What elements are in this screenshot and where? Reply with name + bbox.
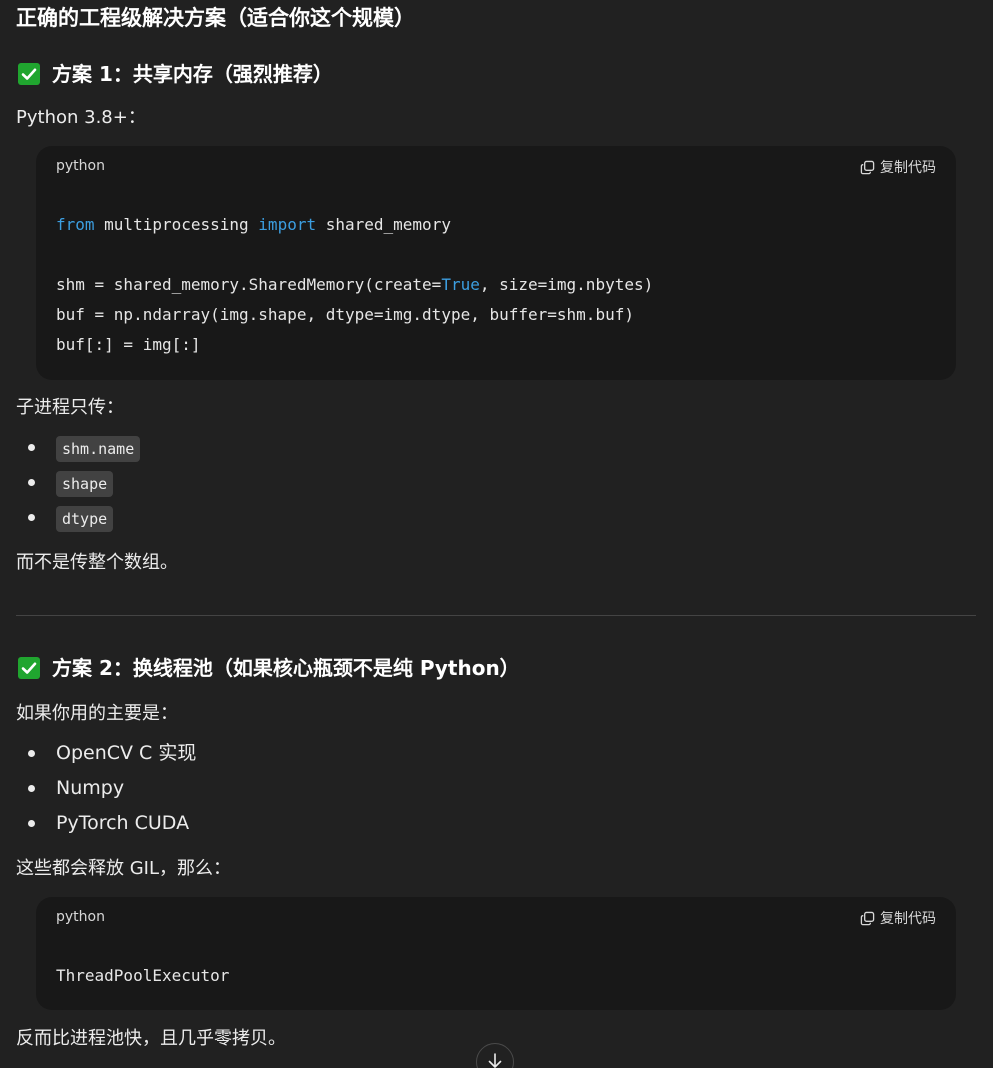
copy-icon (860, 911, 875, 926)
inline-code-item: dtype (56, 506, 114, 532)
section2-title: 方案 2：换线程池（如果核心瓶颈不是纯 Python） (52, 656, 520, 680)
code-block-1: python 复制代码 from multiprocessing import … (36, 146, 956, 380)
section1-heading: 方案 1：共享内存（强烈推荐） (18, 60, 333, 88)
copy-label: 复制代码 (880, 160, 936, 176)
bullet-dot (28, 444, 35, 451)
code-module: multiprocessing (94, 215, 259, 234)
section1-intro: Python 3.8+： (16, 107, 146, 128)
bullet-dot (28, 785, 35, 792)
copy-code-button[interactable]: 复制代码 (860, 908, 936, 928)
code-line-1: from multiprocessing import shared_memor… (56, 214, 451, 236)
section-divider (16, 615, 976, 616)
code-line-2-pre: shm = shared_memory.SharedMemory(create= (56, 275, 442, 294)
code-language-label: python (56, 909, 105, 925)
section2-outro: 反而比进程池快，且几乎零拷贝。 (16, 1028, 286, 1049)
code-line-4: buf[:] = img[:] (56, 335, 201, 354)
arrow-down-icon (486, 1052, 504, 1068)
check-box-icon (18, 657, 40, 679)
chat-response: 正确的工程级解决方案（适合你这个规模） 方案 1：共享内存（强烈推荐） Pyth… (0, 0, 993, 1068)
copy-label: 复制代码 (880, 911, 936, 927)
section2-intro: 如果你用的主要是： (16, 703, 178, 724)
keyword-true: True (441, 275, 480, 294)
code-line-3: buf = np.ndarray(img.shape, dtype=img.dt… (56, 305, 634, 324)
section1-title: 方案 1：共享内存（强烈推荐） (52, 62, 333, 86)
response-heading: 正确的工程级解决方案（适合你这个规模） (16, 6, 415, 30)
section2-heading: 方案 2：换线程池（如果核心瓶颈不是纯 Python） (18, 654, 520, 682)
code-block-2: python 复制代码 ThreadPoolExecutor (36, 897, 956, 1010)
scroll-to-bottom-button[interactable] (476, 1043, 514, 1068)
copy-icon (860, 160, 875, 175)
section2-middle: 这些都会释放 GIL，那么： (16, 858, 232, 879)
list-item: OpenCV C 实现 (56, 742, 197, 764)
code-line-2-post: , size=img.nbytes) (479, 275, 654, 294)
bullet-dot (28, 820, 35, 827)
list-item: Numpy (56, 777, 125, 799)
code-line-2: shm = shared_memory.SharedMemory(create=… (56, 274, 653, 296)
copy-code-button[interactable]: 复制代码 (860, 157, 936, 177)
bullet-dot (28, 750, 35, 757)
check-box-icon (18, 63, 40, 85)
code-language-label: python (56, 158, 105, 174)
keyword-import: import (258, 215, 317, 234)
bullet-dot (28, 479, 35, 486)
inline-code-item: shape (56, 471, 114, 497)
section1-sub-intro: 子进程只传： (16, 397, 124, 418)
inline-code-item: shm.name (56, 436, 141, 462)
code-line-1: ThreadPoolExecutor (56, 966, 230, 985)
bullet-dot (28, 514, 35, 521)
code-import-name: shared_memory (316, 215, 451, 234)
list-item: PyTorch CUDA (56, 812, 190, 834)
keyword-from: from (56, 215, 95, 234)
section1-outro: 而不是传整个数组。 (16, 552, 178, 573)
